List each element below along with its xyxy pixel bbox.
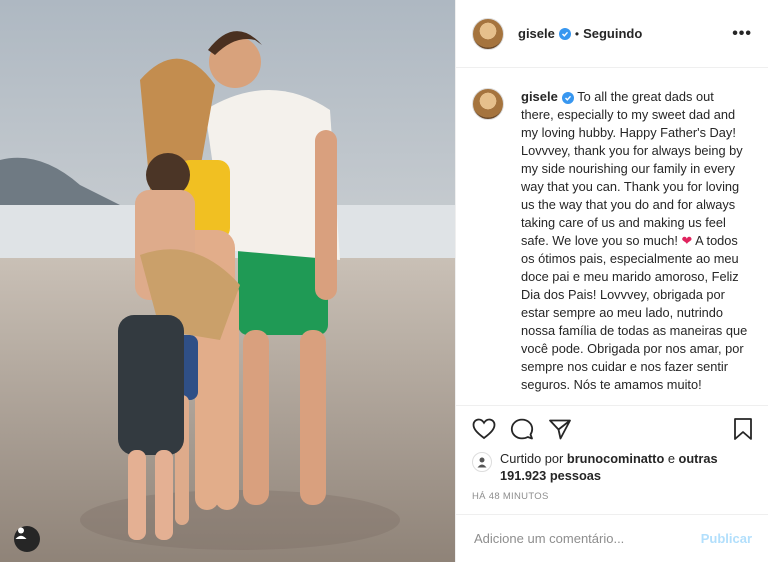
instagram-post: gisele • Seguindo ••• gisele To all the … xyxy=(0,0,768,562)
heart-icon[interactable] xyxy=(472,418,496,440)
header-separator: • xyxy=(574,26,580,41)
post-side-panel: gisele • Seguindo ••• gisele To all the … xyxy=(455,0,768,562)
caption-author-avatar[interactable] xyxy=(472,88,504,120)
caption-portuguese: A todos os ótimos pais, especialmente ao… xyxy=(521,233,748,392)
beach-family-photo xyxy=(0,0,455,562)
likes-summary: Curtido por brunocominatto e outras 191.… xyxy=(472,450,758,484)
verified-badge-icon xyxy=(558,27,571,40)
user-tag-icon[interactable] xyxy=(14,526,40,552)
comment-form: Publicar xyxy=(456,514,768,562)
likes-text: Curtido por brunocominatto e outras 191.… xyxy=(500,450,758,484)
post-photo[interactable] xyxy=(0,0,455,562)
caption-text: gisele To all the great dads out there, … xyxy=(521,88,749,405)
likes-prefix: Curtido por xyxy=(500,451,564,466)
following-button[interactable]: Seguindo xyxy=(583,26,642,41)
action-bar xyxy=(472,414,754,444)
bookmark-icon[interactable] xyxy=(732,417,754,441)
more-options-icon[interactable]: ••• xyxy=(732,25,752,43)
likes-connector: e xyxy=(667,451,675,466)
comment-input[interactable] xyxy=(472,530,701,547)
caption-username[interactable]: gisele xyxy=(521,89,558,104)
author-username[interactable]: gisele xyxy=(518,26,555,41)
liker-username[interactable]: brunocominatto xyxy=(567,451,664,466)
publish-button[interactable]: Publicar xyxy=(701,531,752,546)
red-heart-emoji: ❤ xyxy=(681,233,693,248)
post-timestamp[interactable]: HÁ 48 MINUTOS xyxy=(472,491,549,502)
caption-english: To all the great dads out there, especia… xyxy=(521,89,743,248)
share-icon[interactable] xyxy=(548,418,572,440)
post-header: gisele • Seguindo ••• xyxy=(456,0,768,68)
author-avatar[interactable] xyxy=(472,17,504,50)
caption-verified-badge-icon xyxy=(561,92,574,104)
liker-avatar[interactable] xyxy=(472,452,492,472)
comment-icon[interactable] xyxy=(510,418,534,440)
caption-section: gisele To all the great dads out there, … xyxy=(456,68,768,406)
